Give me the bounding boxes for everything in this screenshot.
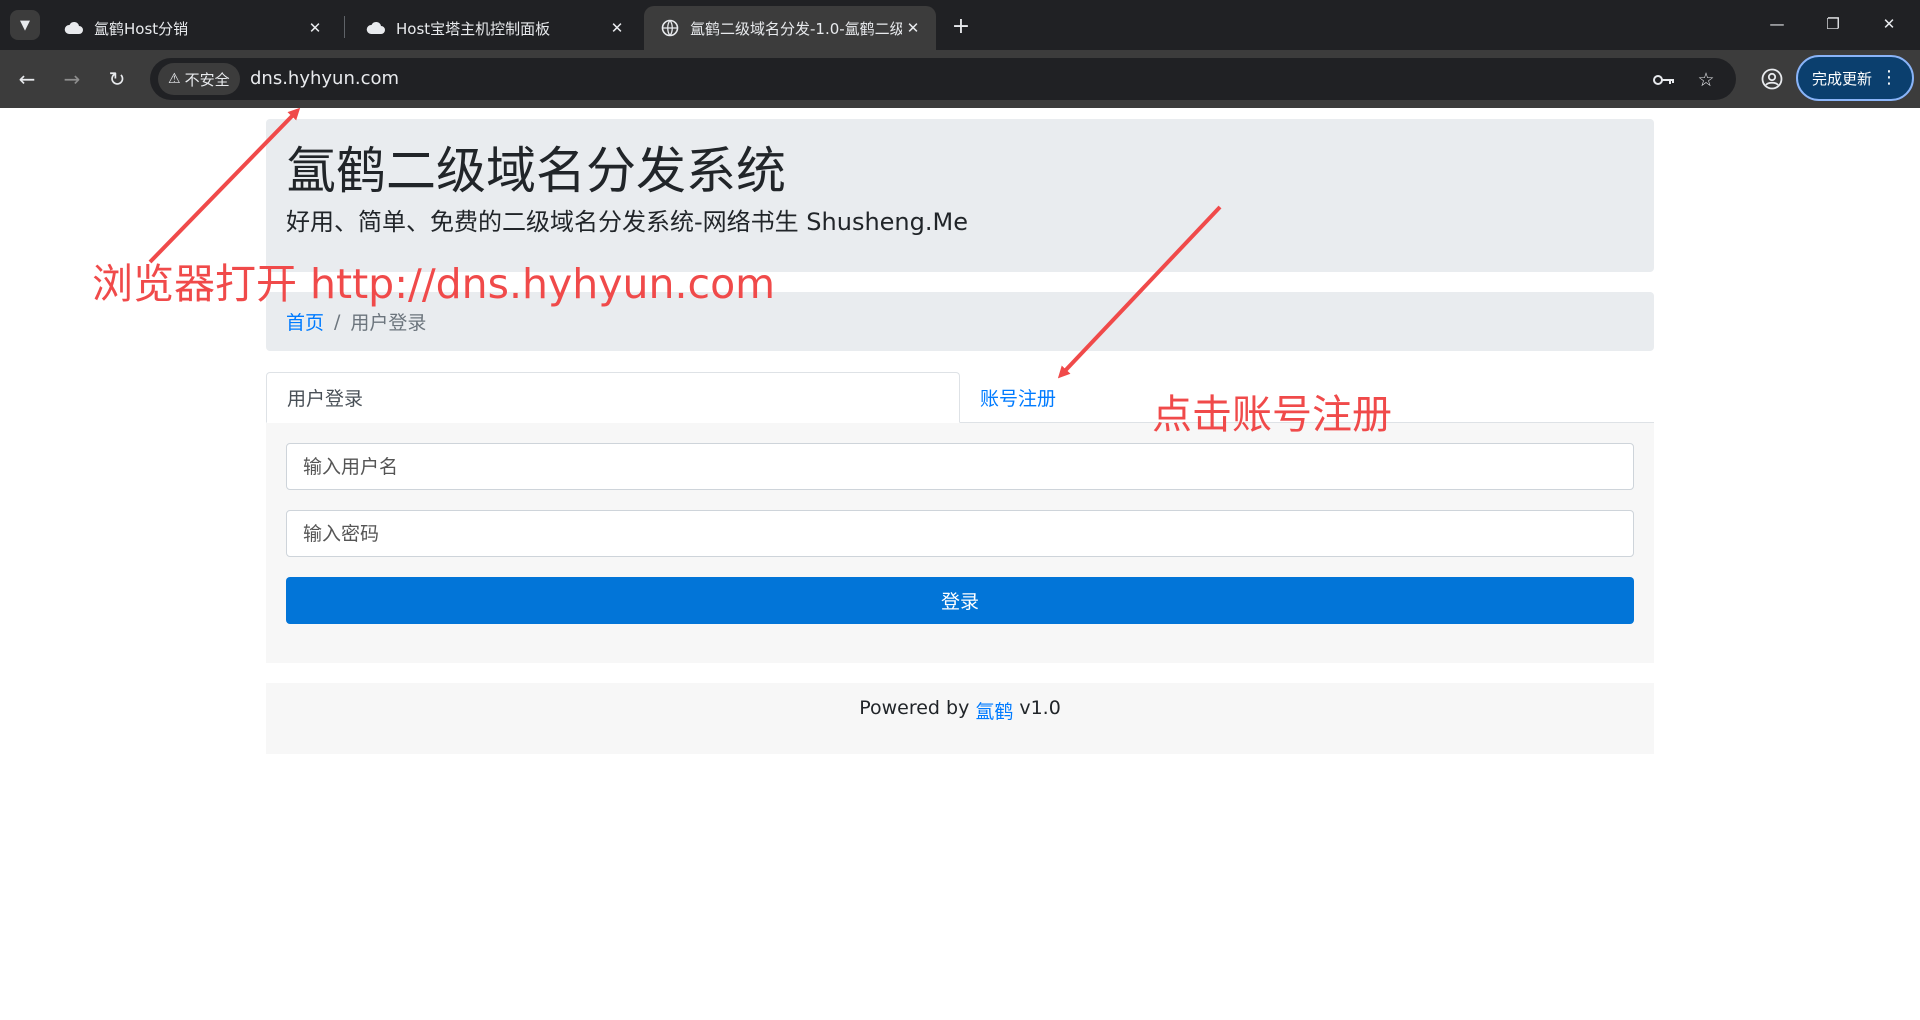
update-button[interactable]: 完成更新 ⋮ bbox=[1796, 55, 1914, 101]
close-icon[interactable]: ✕ bbox=[304, 17, 326, 39]
login-button[interactable]: 登录 bbox=[286, 577, 1634, 624]
page-title: 氲鹤二级域名分发系统 bbox=[286, 142, 786, 200]
reload-button[interactable]: ↻ bbox=[102, 64, 132, 94]
password-input[interactable] bbox=[286, 510, 1634, 557]
minimize-button[interactable]: — bbox=[1752, 6, 1802, 42]
update-label: 完成更新 bbox=[1811, 69, 1872, 88]
footer-prefix: Powered by bbox=[859, 697, 970, 719]
username-input[interactable] bbox=[286, 443, 1634, 490]
url-text[interactable]: dns.hyhyun.com bbox=[250, 68, 399, 89]
plus-icon: + bbox=[951, 13, 971, 39]
cloud-icon bbox=[64, 21, 84, 35]
arrow-left-icon: ← bbox=[18, 67, 36, 91]
new-tab-button[interactable]: + bbox=[946, 12, 976, 40]
footer: Powered by 氲鹤 v1.0 bbox=[266, 683, 1654, 754]
close-window-button[interactable]: ✕ bbox=[1864, 6, 1914, 42]
forward-button[interactable]: → bbox=[57, 64, 87, 94]
page-subtitle: 好用、简单、免费的二级域名分发系统-网络书生 Shusheng.Me bbox=[286, 208, 968, 236]
breadcrumb-separator: / bbox=[334, 310, 341, 333]
address-bar[interactable]: ⚠ 不安全 dns.hyhyun.com ☆ bbox=[150, 58, 1736, 100]
breadcrumb-current: 用户登录 bbox=[350, 312, 427, 334]
arrow-right-icon: → bbox=[63, 67, 81, 91]
key-icon[interactable] bbox=[1652, 68, 1676, 92]
annotation-open-browser: 浏览器打开 http://dns.hyhyun.com bbox=[92, 260, 776, 308]
footer-brand-link[interactable]: 氲鹤 bbox=[975, 697, 1013, 724]
security-label: 不安全 bbox=[184, 70, 230, 89]
tab-strip: ▼ 氲鹤Host分销 ✕ Host宝塔主机控制面板 ✕ 氲鹤二级域名分发-1.0… bbox=[0, 0, 1920, 50]
browser-tab-1[interactable]: 氲鹤Host分销 ✕ bbox=[48, 6, 338, 50]
cloud-icon bbox=[366, 21, 386, 35]
security-chip[interactable]: ⚠ 不安全 bbox=[158, 63, 240, 95]
reload-icon: ↻ bbox=[108, 67, 126, 91]
annotation-click-register: 点击账号注册 bbox=[1152, 392, 1392, 438]
tab-title: 氲鹤二级域名分发-1.0-氲鹤二级 bbox=[690, 19, 902, 38]
browser-toolbar: ← → ↻ ⚠ 不安全 dns.hyhyun.com ☆ bbox=[0, 50, 1920, 108]
minimize-icon: — bbox=[1769, 15, 1785, 33]
profile-avatar-icon[interactable] bbox=[1757, 64, 1787, 94]
close-icon[interactable]: ✕ bbox=[606, 17, 628, 39]
breadcrumb-home-link[interactable]: 首页 bbox=[286, 308, 324, 335]
more-vert-icon: ⋮ bbox=[1880, 67, 1898, 88]
warning-icon: ⚠ bbox=[168, 71, 181, 87]
login-panel: 登录 bbox=[266, 423, 1654, 663]
globe-icon bbox=[660, 19, 680, 37]
footer-version: v1.0 bbox=[1019, 697, 1061, 719]
close-icon: ✕ bbox=[1882, 15, 1896, 33]
restore-icon: ❐ bbox=[1826, 15, 1840, 33]
tab-divider bbox=[344, 16, 345, 38]
tab-title: 氲鹤Host分销 bbox=[94, 19, 189, 38]
chevron-down-icon: ▼ bbox=[20, 17, 30, 33]
close-icon[interactable]: ✕ bbox=[902, 17, 924, 39]
tab-search-button[interactable]: ▼ bbox=[10, 10, 40, 40]
browser-tab-2[interactable]: Host宝塔主机控制面板 ✕ bbox=[350, 6, 640, 50]
browser-tab-3[interactable]: 氲鹤二级域名分发-1.0-氲鹤二级 ✕ bbox=[644, 6, 936, 50]
auth-tabs: 用户登录 账号注册 bbox=[266, 372, 1654, 423]
bookmark-star-icon[interactable]: ☆ bbox=[1694, 68, 1718, 92]
tab-login[interactable]: 用户登录 bbox=[266, 372, 960, 423]
restore-button[interactable]: ❐ bbox=[1808, 6, 1858, 42]
tab-title: Host宝塔主机控制面板 bbox=[396, 19, 551, 38]
back-button[interactable]: ← bbox=[12, 64, 42, 94]
